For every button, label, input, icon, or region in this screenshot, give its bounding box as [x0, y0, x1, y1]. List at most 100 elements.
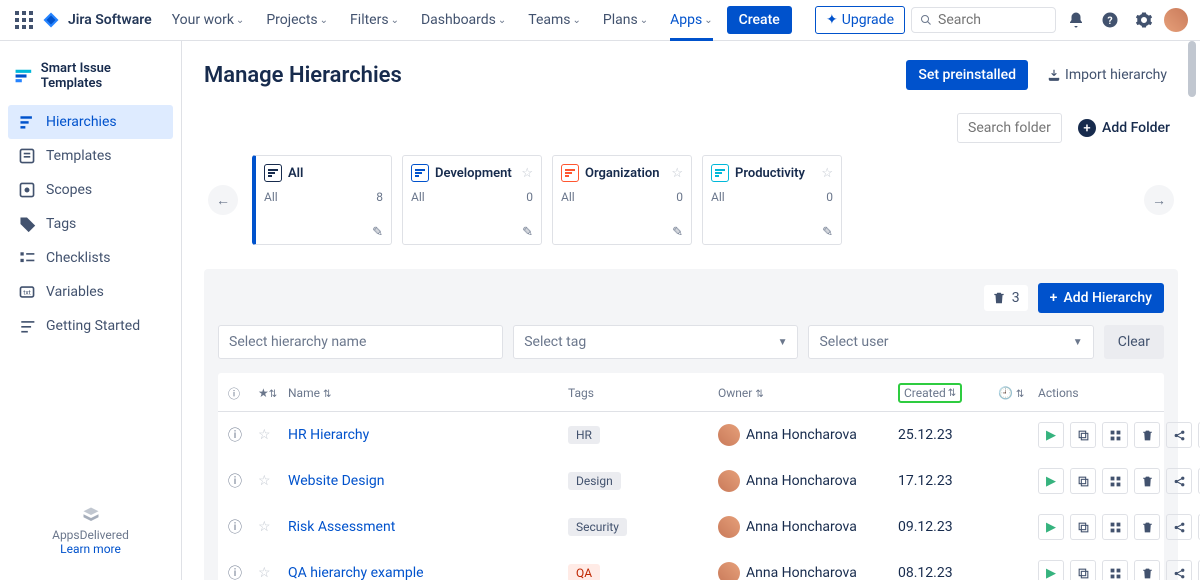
created-date: 08.12.23 — [898, 565, 998, 580]
folder-card-all[interactable]: AllAll8✎ — [252, 155, 392, 245]
filter-tag-select[interactable]: Select tag▼ — [513, 325, 798, 359]
learn-more-link[interactable]: Learn more — [60, 542, 121, 556]
folder-card-development[interactable]: Development☆All0✎ — [402, 155, 542, 245]
plus-circle-icon: + — [1078, 119, 1096, 137]
pencil-icon[interactable]: ✎ — [822, 225, 833, 240]
copy-button[interactable] — [1070, 468, 1096, 494]
sidebar-item-templates[interactable]: Templates — [8, 139, 173, 173]
carousel-prev-button[interactable]: ← — [208, 185, 238, 215]
copy-button[interactable] — [1070, 422, 1096, 448]
grid-button[interactable] — [1102, 422, 1128, 448]
folder-card-organization[interactable]: Organization☆All0✎ — [552, 155, 692, 245]
help-icon[interactable]: ? — [1096, 6, 1124, 34]
settings-icon[interactable] — [1130, 6, 1158, 34]
grid-button[interactable] — [1102, 514, 1128, 540]
table-header: ⓘ ★⇅ Name ⇅ Tags Owner ⇅ Created ⇅ 🕘 ⇅ A… — [218, 373, 1164, 412]
run-button[interactable]: ▶ — [1038, 514, 1064, 540]
col-owner[interactable]: Owner ⇅ — [718, 386, 898, 400]
add-folder-button[interactable]: + Add Folder — [1070, 113, 1178, 143]
clear-filters-button[interactable]: Clear — [1104, 325, 1164, 359]
copy-button[interactable] — [1070, 560, 1096, 580]
page-title: Manage Hierarchies — [204, 63, 402, 88]
scrollbar-thumb[interactable] — [1188, 41, 1196, 97]
delete-button[interactable] — [1134, 560, 1160, 580]
star-icon[interactable]: ☆ — [258, 565, 288, 580]
sidebar-item-checklists[interactable]: Checklists — [8, 241, 173, 275]
pencil-icon[interactable]: ✎ — [522, 225, 533, 240]
star-icon[interactable]: ☆ — [258, 473, 288, 489]
star-icon[interactable]: ☆ — [821, 166, 833, 181]
global-search[interactable] — [911, 7, 1056, 33]
filter-hierarchy-name[interactable]: Select hierarchy name — [218, 325, 503, 359]
folder-card-productivity[interactable]: Productivity☆All0✎ — [702, 155, 842, 245]
delete-button[interactable] — [1134, 514, 1160, 540]
share-button[interactable] — [1166, 514, 1192, 540]
share-button[interactable] — [1166, 422, 1192, 448]
sidebar-item-tags[interactable]: Tags — [8, 207, 173, 241]
hierarchy-name-link[interactable]: QA hierarchy example — [288, 565, 568, 580]
app-icon — [14, 66, 33, 86]
hierarchy-name-link[interactable]: HR Hierarchy — [288, 427, 568, 443]
delete-button[interactable] — [1134, 422, 1160, 448]
share-button[interactable] — [1166, 560, 1192, 580]
col-tags[interactable]: Tags — [568, 386, 718, 400]
star-icon[interactable]: ☆ — [671, 166, 683, 181]
col-created[interactable]: Created ⇅ — [898, 383, 962, 403]
carousel-next-button[interactable]: → — [1144, 185, 1174, 215]
table-row: ⓘ☆Website DesignDesignAnna Honcharova17.… — [218, 458, 1164, 504]
chevron-down-icon: ⌄ — [640, 15, 648, 26]
run-button[interactable]: ▶ — [1038, 422, 1064, 448]
sidebar-item-variables[interactable]: txtVariables — [8, 275, 173, 309]
folder-search-input[interactable] — [957, 113, 1062, 143]
grid-button[interactable] — [1102, 560, 1128, 580]
search-input[interactable] — [938, 12, 1047, 28]
info-icon[interactable]: ⓘ — [228, 471, 258, 491]
sidebar: Smart Issue Templates HierarchiesTemplat… — [0, 41, 182, 580]
tag-chip: QA — [568, 564, 600, 580]
hierarchy-name-link[interactable]: Website Design — [288, 473, 568, 489]
import-hierarchy-button[interactable]: Import hierarchy — [1036, 59, 1178, 91]
notifications-icon[interactable] — [1062, 6, 1090, 34]
run-button[interactable]: ▶ — [1038, 560, 1064, 580]
run-button[interactable]: ▶ — [1038, 468, 1064, 494]
share-button[interactable] — [1166, 468, 1192, 494]
copy-button[interactable] — [1070, 514, 1096, 540]
create-button[interactable]: Create — [727, 6, 792, 34]
chevron-down-icon: ⌄ — [498, 15, 506, 26]
import-icon — [1047, 68, 1061, 82]
info-icon[interactable]: ⓘ — [228, 517, 258, 537]
checklists-icon — [18, 249, 36, 267]
sidebar-item-getting-started[interactable]: Getting Started — [8, 309, 173, 343]
nav-your-work[interactable]: Your work ⌄ — [164, 8, 253, 32]
pencil-icon[interactable]: ✎ — [372, 225, 383, 240]
upgrade-button[interactable]: ✦ Upgrade — [815, 6, 905, 34]
sidebar-item-scopes[interactable]: Scopes — [8, 173, 173, 207]
upgrade-icon: ✦ — [826, 12, 838, 28]
pencil-icon[interactable]: ✎ — [672, 225, 683, 240]
owner-cell: Anna Honcharova — [718, 516, 898, 538]
set-preinstalled-button[interactable]: Set preinstalled — [906, 60, 1028, 90]
nav-dashboards[interactable]: Dashboards ⌄ — [413, 8, 514, 32]
star-icon[interactable]: ☆ — [258, 427, 288, 443]
add-hierarchy-button[interactable]: + Add Hierarchy — [1038, 283, 1164, 313]
star-icon[interactable]: ☆ — [258, 519, 288, 535]
sidebar-item-hierarchies[interactable]: Hierarchies — [8, 105, 173, 139]
grid-button[interactable] — [1102, 468, 1128, 494]
info-icon[interactable]: ⓘ — [228, 425, 258, 445]
user-avatar[interactable] — [1164, 8, 1188, 32]
delete-button[interactable] — [1134, 468, 1160, 494]
table-row: ⓘ☆HR HierarchyHRAnna Honcharova25.12.23▶… — [218, 412, 1164, 458]
delete-selected[interactable]: 3 — [984, 285, 1028, 311]
app-switcher-icon[interactable] — [12, 8, 36, 32]
nav-apps[interactable]: Apps ⌄ — [662, 8, 720, 32]
nav-teams[interactable]: Teams ⌄ — [520, 8, 589, 32]
nav-projects[interactable]: Projects ⌄ — [258, 8, 336, 32]
star-icon[interactable]: ☆ — [521, 166, 533, 181]
filter-user-select[interactable]: Select user▼ — [808, 325, 1093, 359]
nav-plans[interactable]: Plans ⌄ — [595, 8, 656, 32]
hierarchy-name-link[interactable]: Risk Assessment — [288, 519, 568, 535]
info-icon[interactable]: ⓘ — [228, 563, 258, 580]
nav-filters[interactable]: Filters ⌄ — [342, 8, 407, 32]
col-name[interactable]: Name ⇅ — [288, 386, 568, 400]
jira-logo[interactable]: Jira Software — [42, 11, 152, 29]
